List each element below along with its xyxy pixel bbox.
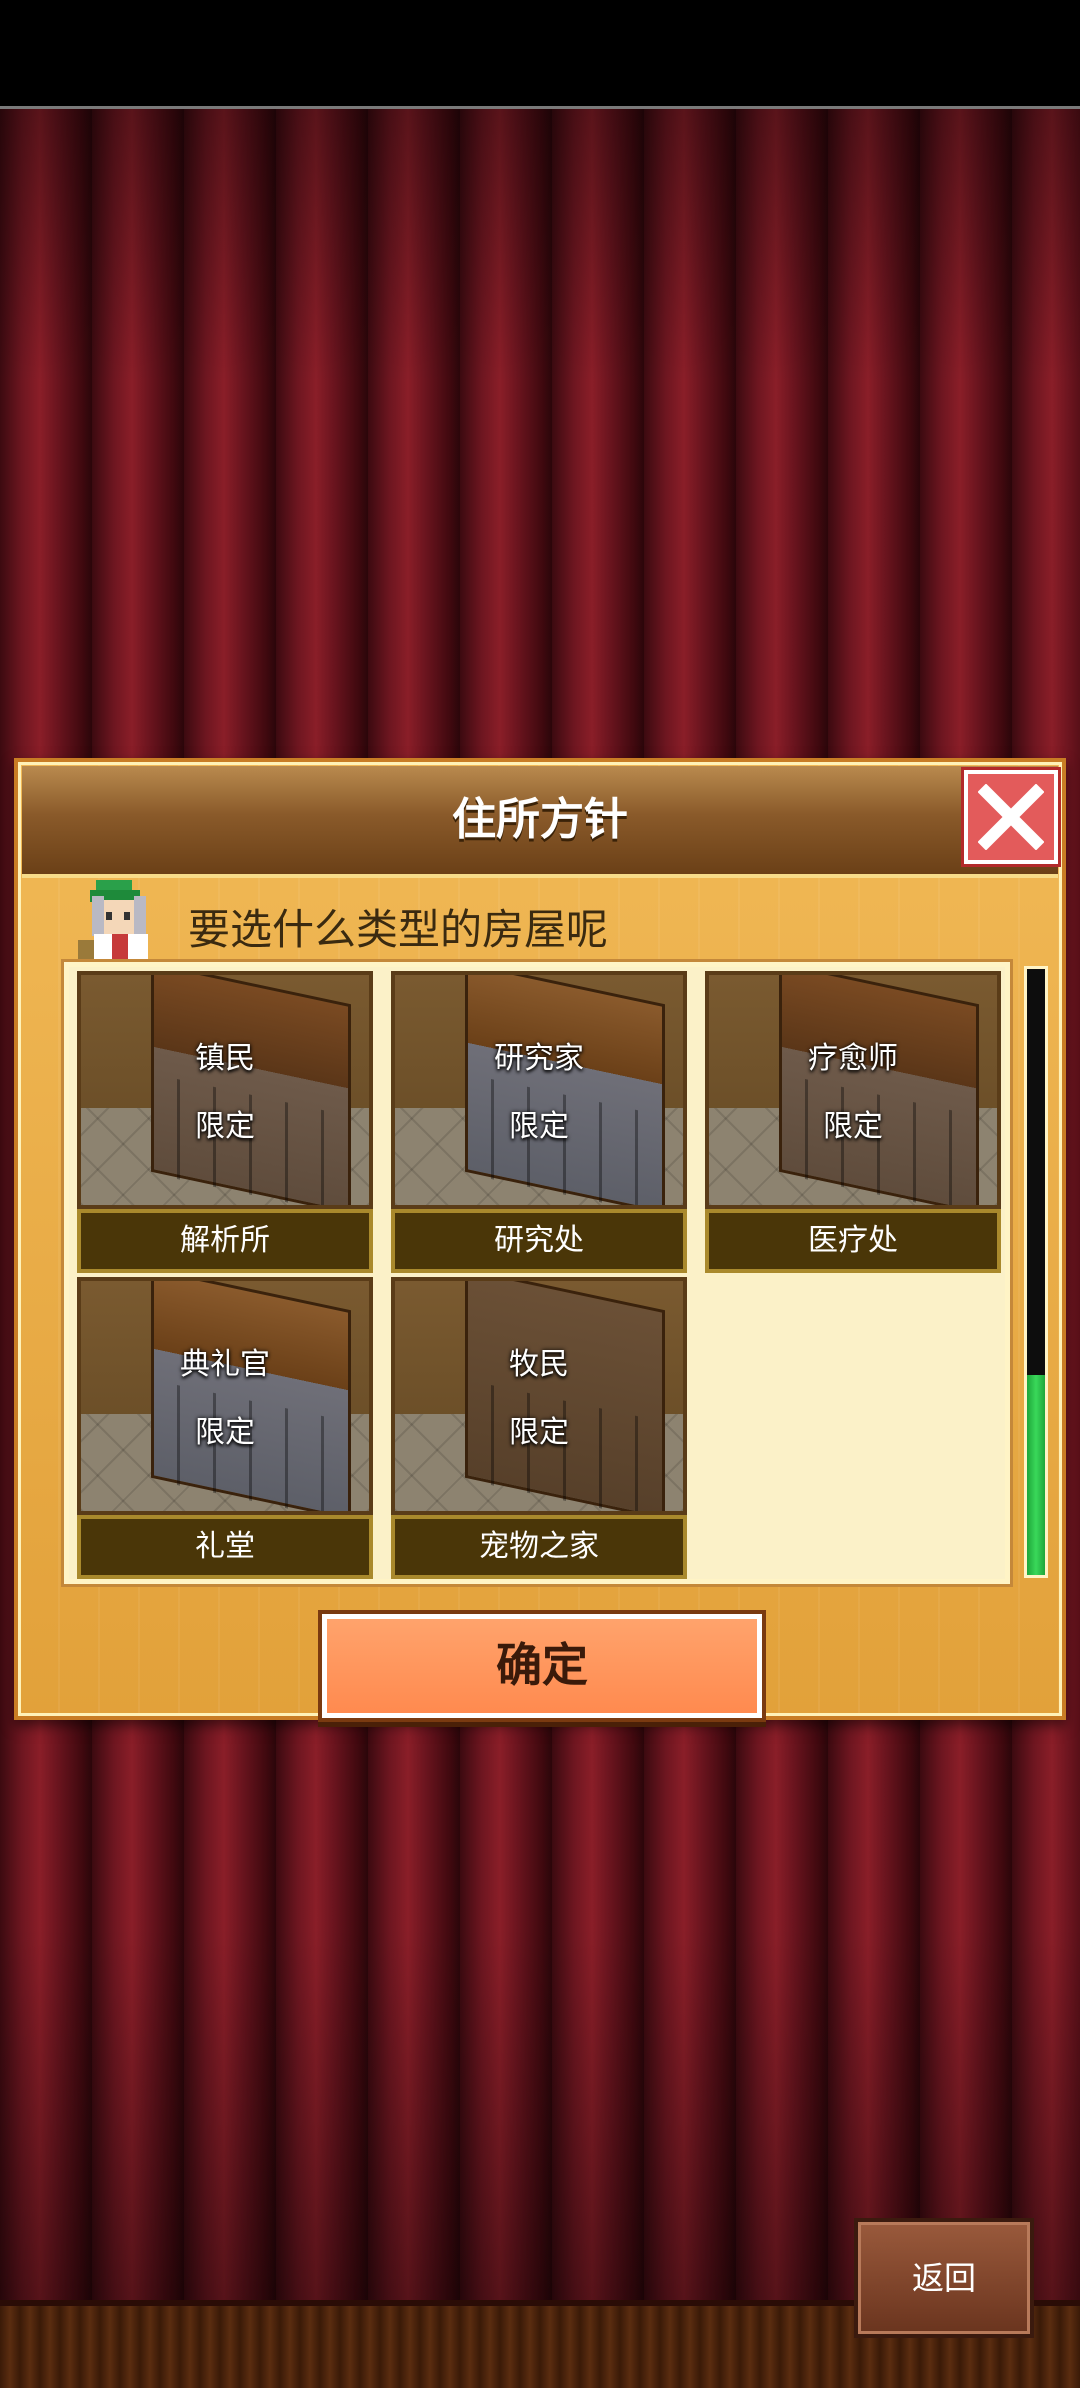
tile-resident-role: 镇民 <box>195 1041 255 1076</box>
house-option-chapel[interactable]: 典礼官 限定 礼堂 <box>77 1277 373 1581</box>
close-icon <box>978 784 1044 850</box>
house-preview-image <box>391 971 687 1209</box>
tile-name-label: 医疗处 <box>705 1209 1001 1273</box>
house-preview-image <box>77 971 373 1209</box>
house-option-research[interactable]: 研究家 限定 研究处 <box>391 971 687 1275</box>
dialog-header: 住所方针 <box>22 766 1058 878</box>
housing-policy-dialog: 住所方针 要选什么类型的房屋呢 镇民 限定 解析所 研究家 限定 研究处 疗愈师… <box>14 758 1066 1720</box>
house-preview-image <box>77 1277 373 1515</box>
tile-limited-tag: 限定 <box>195 1109 255 1144</box>
house-type-grid: 镇民 限定 解析所 研究家 限定 研究处 疗愈师 限定 医疗处 典礼官 限定 礼… <box>64 962 1010 1584</box>
house-preview-image <box>391 1277 687 1515</box>
scrollbar-thumb[interactable] <box>1027 1375 1045 1575</box>
tile-limited-tag: 限定 <box>823 1109 883 1144</box>
tile-resident-role: 牧民 <box>509 1347 569 1382</box>
house-option-pet-home[interactable]: 牧民 限定 宠物之家 <box>391 1277 687 1581</box>
tile-resident-role: 疗愈师 <box>808 1041 898 1076</box>
prompt-text: 要选什么类型的房屋呢 <box>188 905 609 954</box>
status-bar <box>0 0 1080 109</box>
house-option-medical[interactable]: 疗愈师 限定 医疗处 <box>705 971 1001 1275</box>
close-button[interactable] <box>964 770 1058 864</box>
tile-resident-role: 典礼官 <box>180 1347 270 1382</box>
tile-limited-tag: 限定 <box>509 1109 569 1144</box>
advisor-avatar-icon <box>78 880 148 962</box>
tile-name-label: 解析所 <box>77 1209 373 1273</box>
tile-name-label: 宠物之家 <box>391 1515 687 1579</box>
confirm-button[interactable]: 确定 <box>322 1614 762 1718</box>
house-option-analysis[interactable]: 镇民 限定 解析所 <box>77 971 373 1275</box>
dialog-title: 住所方针 <box>452 794 628 845</box>
back-button[interactable]: 返回 <box>854 2218 1034 2338</box>
tile-limited-tag: 限定 <box>195 1415 255 1450</box>
grid-scrollbar[interactable] <box>1024 966 1048 1578</box>
house-preview-image <box>705 971 1001 1209</box>
tile-resident-role: 研究家 <box>494 1041 584 1076</box>
tile-name-label: 研究处 <box>391 1209 687 1273</box>
tile-name-label: 礼堂 <box>77 1515 373 1579</box>
tile-limited-tag: 限定 <box>509 1415 569 1450</box>
